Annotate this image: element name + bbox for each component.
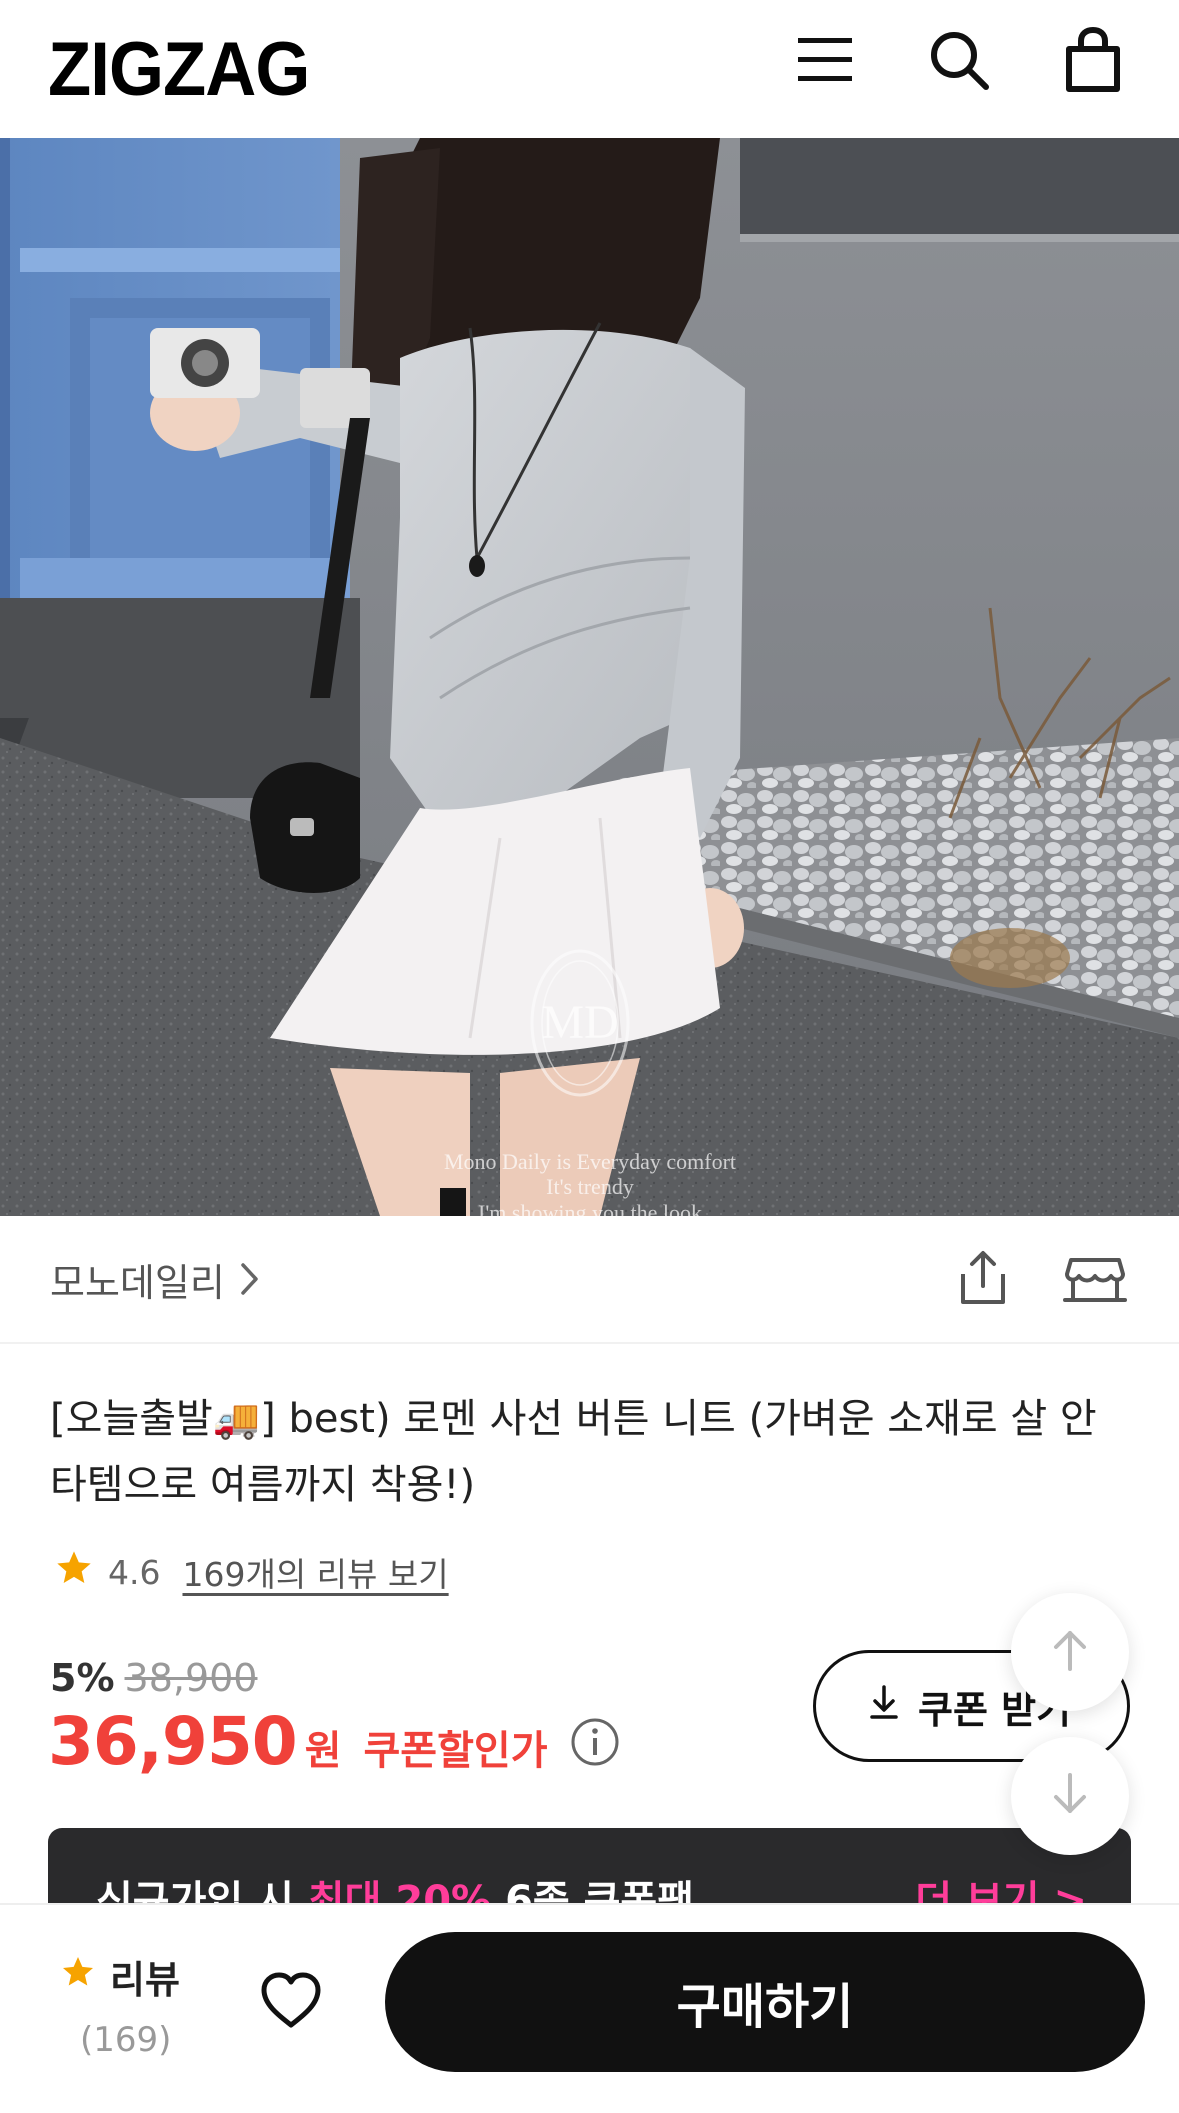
- scroll-down-button[interactable]: [1011, 1737, 1129, 1855]
- seller-row: 모노데일리: [0, 1216, 1179, 1344]
- star-icon: [54, 1548, 94, 1596]
- watermark-line-3: I'm showing you the look: [478, 1200, 702, 1216]
- review-count: (169): [80, 2020, 172, 2060]
- header-icons: [789, 24, 1129, 96]
- chevron-right-icon[interactable]: [239, 1261, 261, 1297]
- rating-score: 4.6: [108, 1552, 161, 1592]
- watermark-line-1: Mono Daily is Everyday comfort: [444, 1149, 736, 1174]
- price-line: 36,950 원 쿠폰할인가: [48, 1703, 620, 1780]
- product-image[interactable]: MD Mono Daily is Everyday comfort It's t…: [0, 138, 1179, 1216]
- watermark-logo: MD: [541, 996, 618, 1049]
- star-icon: [60, 1954, 96, 1999]
- arrow-up-icon: [1050, 1627, 1090, 1677]
- review-label: 리뷰: [110, 1958, 180, 2002]
- heart-icon[interactable]: [258, 1970, 324, 2034]
- product-page: ZIGZAG MD Mono Daily is Everyday comfort…: [0, 0, 1179, 2113]
- product-photo-illustration: MD Mono Daily is Everyday comfort It's t…: [0, 138, 1179, 1216]
- delivery-truck-emoji: 🚚: [212, 1397, 261, 1441]
- share-icon[interactable]: [953, 1248, 1013, 1312]
- currency-label: 원: [304, 1728, 342, 1774]
- coupon-price-label: 쿠폰할인가: [363, 1728, 548, 1774]
- search-icon[interactable]: [923, 24, 995, 96]
- shopping-bag-icon[interactable]: [1057, 24, 1129, 96]
- download-icon: [868, 1684, 900, 1729]
- zigzag-logo[interactable]: ZIGZAG: [48, 26, 310, 113]
- info-icon[interactable]: [570, 1717, 620, 1767]
- scroll-up-button[interactable]: [1011, 1593, 1129, 1711]
- store-icon[interactable]: [1063, 1248, 1127, 1312]
- title-prefix: [오늘출발: [50, 1396, 213, 1442]
- sale-price: 36,950: [48, 1703, 298, 1780]
- seller-actions: [953, 1248, 1127, 1312]
- bottom-action-bar: 리뷰 (169) 구매하기: [0, 1903, 1179, 2113]
- product-title: [오늘출발🚚] best) 로멘 사선 버튼 니트 (가벼운 소재로 살 안타템…: [50, 1386, 1130, 1518]
- arrow-down-icon: [1050, 1771, 1090, 1821]
- watermark-line-2: It's trendy: [546, 1174, 634, 1199]
- seller-name-link[interactable]: 모노데일리: [50, 1252, 225, 1307]
- rating-row: 4.6 169개의 리뷰 보기: [54, 1548, 449, 1596]
- review-summary-button[interactable]: 리뷰 (169): [60, 1949, 210, 2060]
- menu-icon[interactable]: [789, 24, 861, 96]
- review-link[interactable]: 169개의 리뷰 보기: [182, 1548, 448, 1596]
- discount-rate: 5%: [50, 1656, 115, 1700]
- app-header: ZIGZAG: [0, 0, 1179, 138]
- original-price: 38,900: [124, 1656, 258, 1700]
- buy-button[interactable]: 구매하기: [385, 1932, 1145, 2072]
- discount-line: 5% 38,900: [50, 1656, 257, 1700]
